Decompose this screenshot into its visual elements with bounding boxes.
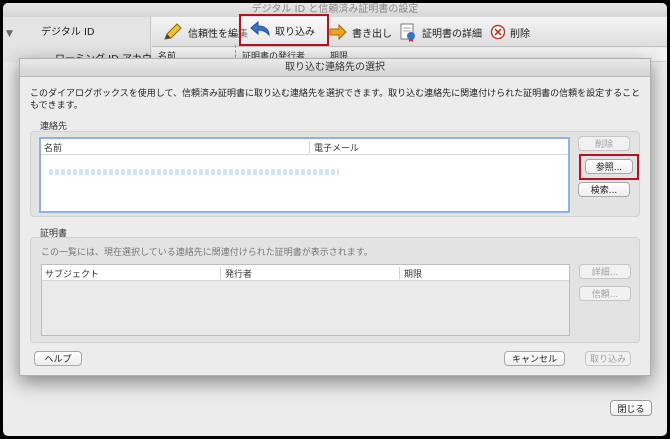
- column-separator: [399, 267, 400, 279]
- column-subject[interactable]: サブジェクト: [42, 267, 99, 280]
- certificates-hint: この一覧には、現在選択している連絡先に関連付けられた証明書が表示されます。: [41, 248, 373, 258]
- outer-window-title: デジタル ID と信頼済み証明書の設定: [3, 3, 667, 17]
- delete-button[interactable]: 削除: [490, 20, 530, 44]
- certificate-details-label: 証明書の詳細: [422, 28, 482, 40]
- browse-highlight: [579, 154, 639, 180]
- delete-label: 削除: [510, 28, 530, 40]
- contact-delete-button[interactable]: 削除: [578, 136, 630, 151]
- trust-button[interactable]: 信頼...: [579, 286, 631, 301]
- outer-toolbar: 信頼性を編集 取り込み 書き出し 証明書の詳細 削除: [152, 14, 667, 47]
- disclosure-triangle-icon[interactable]: ▼: [6, 29, 13, 39]
- edit-trust-button[interactable]: 信頼性を編集: [162, 20, 248, 44]
- table-row[interactable]: [49, 169, 339, 175]
- close-button[interactable]: 閉じる: [610, 400, 652, 416]
- pencil-icon: [164, 23, 182, 40]
- column-email[interactable]: 電子メール: [311, 141, 359, 154]
- help-button[interactable]: ヘルプ: [34, 351, 82, 366]
- column-cert-issuer[interactable]: 発行者: [222, 267, 252, 280]
- contacts-table-header: 名前 電子メール: [41, 139, 568, 155]
- column-separator: [220, 267, 221, 279]
- certificates-table-header: サブジェクト 発行者 期限: [42, 265, 569, 281]
- import-label: 取り込み: [275, 26, 315, 38]
- export-button[interactable]: 書き出し: [328, 20, 392, 44]
- select-contacts-dialog: 取り込む連絡先の選択 このダイアログボックスを使用して、信頼済み証明書に取り込む…: [19, 58, 651, 376]
- column-contact-name[interactable]: 名前: [41, 141, 62, 154]
- search-button[interactable]: 検索...: [578, 182, 630, 197]
- certificates-table[interactable]: サブジェクト 発行者 期限: [41, 264, 570, 336]
- export-label: 書き出し: [352, 28, 392, 40]
- dialog-description: このダイアログボックスを使用して、信頼済み証明書に取り込む連絡先を選択できます。…: [30, 89, 641, 111]
- certificates-group: この一覧には、現在選択している連絡先に関連付けられた証明書が表示されます。 サブ…: [30, 237, 640, 343]
- outer-sidebar: ▼ デジタル ID ローミング ID アカウ: [3, 17, 152, 65]
- dialog-title: 取り込む連絡先の選択: [20, 59, 650, 77]
- certificate-icon: [400, 23, 415, 42]
- contacts-table[interactable]: 名前 電子メール: [39, 137, 570, 213]
- column-separator: [309, 141, 310, 153]
- delete-icon: [490, 24, 506, 40]
- import-button[interactable]: 取り込み: [239, 14, 329, 46]
- column-cert-expiry[interactable]: 期限: [401, 267, 422, 280]
- import-arrow-icon: [250, 20, 270, 37]
- sidebar-item-digital-id[interactable]: デジタル ID: [41, 23, 95, 38]
- details-button[interactable]: 詳細...: [579, 264, 631, 279]
- import-confirm-button[interactable]: 取り込み: [585, 351, 631, 366]
- export-arrow-icon: [329, 23, 347, 41]
- cancel-button[interactable]: キャンセル: [504, 351, 565, 366]
- contacts-group: 名前 電子メール 削除 参照... 検索...: [30, 131, 640, 217]
- certificate-details-button[interactable]: 証明書の詳細: [398, 20, 482, 44]
